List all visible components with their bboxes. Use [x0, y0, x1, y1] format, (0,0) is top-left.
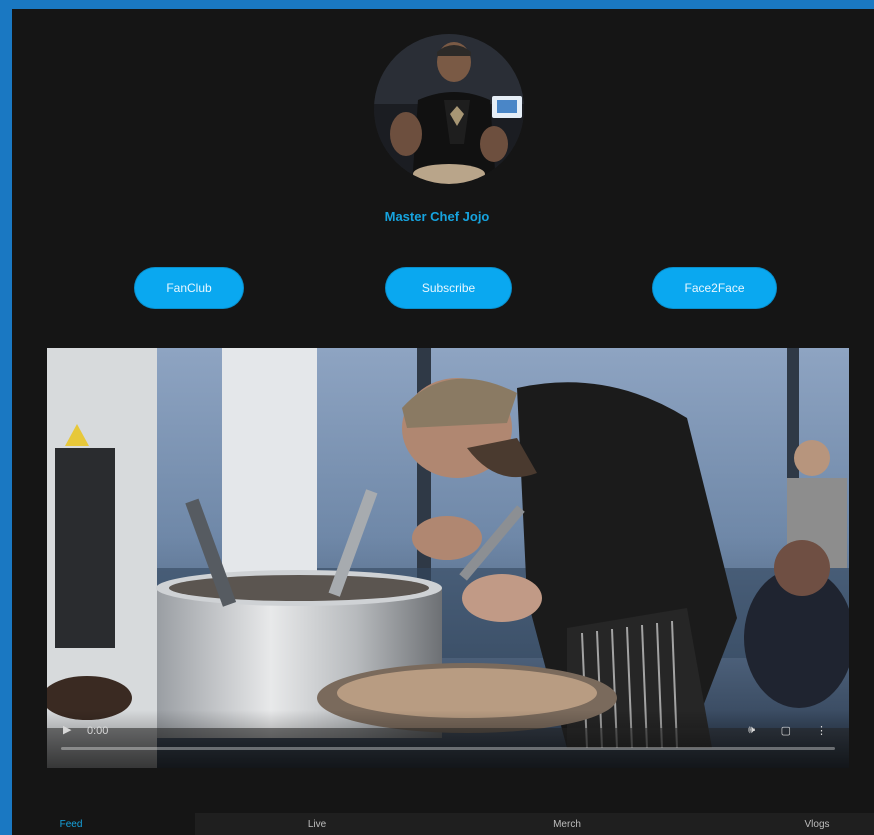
tab-vlogs[interactable]: Vlogs	[762, 813, 872, 835]
video-controls: ▶ 0:00 🕪 ▢ ⋮	[47, 710, 849, 768]
volume-icon[interactable]: 🕪	[748, 724, 755, 737]
profile-page: Master Chef Jojo FanClub Subscribe Face2…	[12, 9, 874, 835]
tab-merch[interactable]: Merch	[512, 813, 622, 835]
fanclub-button[interactable]: FanClub	[134, 267, 244, 309]
fullscreen-icon[interactable]: ▢	[781, 724, 791, 737]
profile-name: Master Chef Jojo	[384, 209, 490, 224]
face2face-button[interactable]: Face2Face	[652, 267, 777, 309]
current-time: 0:00	[87, 725, 109, 737]
video-player[interactable]: ▶ 0:00 🕪 ▢ ⋮	[47, 348, 849, 768]
subscribe-button[interactable]: Subscribe	[385, 267, 512, 309]
avatar-chef-image	[374, 34, 524, 184]
tab-feed[interactable]: Feed	[12, 813, 130, 835]
more-options-icon[interactable]: ⋮	[816, 724, 827, 737]
avatar[interactable]	[374, 34, 524, 184]
play-icon[interactable]: ▶	[63, 723, 71, 736]
video-progress-bar[interactable]	[61, 747, 835, 750]
tab-live[interactable]: Live	[262, 813, 372, 835]
video-frame-chef-cooking	[47, 348, 849, 768]
content-tabs: Feed Live Merch Vlogs	[12, 813, 874, 835]
